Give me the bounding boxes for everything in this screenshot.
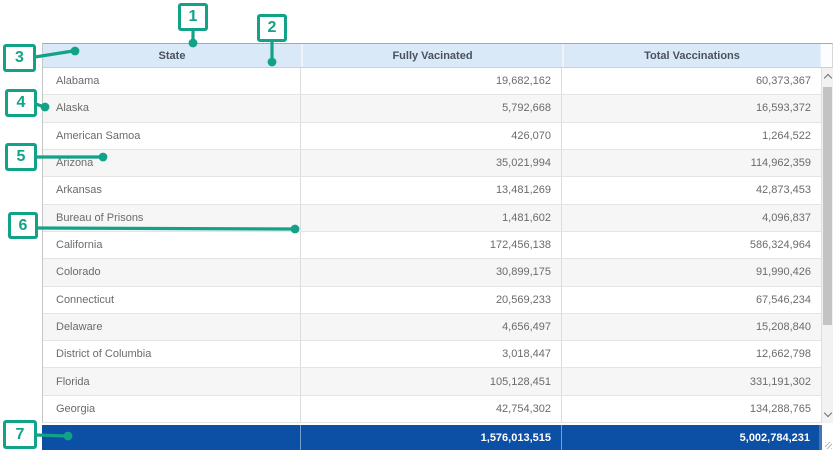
header-cell-state[interactable]: State [43, 44, 301, 67]
table-header-row: State Fully Vacinated Total Vaccinations [42, 43, 833, 68]
cell-state: American Samoa [43, 123, 301, 149]
callout-1-box: 1 [178, 3, 208, 31]
callout-7-box: 7 [3, 420, 37, 449]
table-row[interactable]: Florida105,128,451331,191,302 [43, 368, 833, 395]
table-row[interactable]: Arizona35,021,994114,962,359 [43, 150, 833, 177]
cell-fully-vacinated: 172,456,138 [301, 232, 562, 258]
vaccination-table: State Fully Vacinated Total Vaccinations… [42, 43, 833, 450]
cell-fully-vacinated: 19,682,162 [301, 68, 562, 94]
table-row[interactable]: American Samoa426,0701,264,522 [43, 123, 833, 150]
cell-total-vaccinations: 16,593,372 [562, 95, 833, 121]
callout-3-box: 3 [3, 44, 36, 72]
header-gutter [820, 44, 832, 67]
total-cell-state [42, 425, 300, 450]
cell-total-vaccinations: 42,873,453 [562, 177, 833, 203]
cell-fully-vacinated: 5,792,668 [301, 95, 562, 121]
cell-total-vaccinations: 4,096,837 [562, 205, 833, 231]
cell-state: District of Columbia [43, 341, 301, 367]
cell-fully-vacinated: 30,899,175 [301, 259, 562, 285]
cell-state: Delaware [43, 314, 301, 340]
header-cell-fully-vacinated[interactable]: Fully Vacinated [301, 44, 562, 67]
table-row[interactable]: California172,456,138586,324,964 [43, 232, 833, 259]
cell-total-vaccinations: 1,264,522 [562, 123, 833, 149]
table-row[interactable]: Bureau of Prisons1,481,6024,096,837 [43, 205, 833, 232]
cell-fully-vacinated: 4,656,497 [301, 314, 562, 340]
cell-state: Arkansas [43, 177, 301, 203]
callout-4-box: 4 [5, 89, 37, 117]
header-cell-total-vaccinations[interactable]: Total Vaccinations [562, 44, 820, 67]
callout-6-box: 6 [8, 212, 38, 239]
table-row[interactable]: Connecticut20,569,23367,546,234 [43, 287, 833, 314]
table-row[interactable]: Georgia42,754,302134,288,765 [43, 396, 833, 423]
cell-total-vaccinations: 331,191,302 [562, 368, 833, 394]
table-row[interactable]: District of Columbia3,018,44712,662,798 [43, 341, 833, 368]
table-row[interactable]: Alabama19,682,16260,373,367 [43, 68, 833, 95]
cell-state: Arizona [43, 150, 301, 176]
chevron-down-icon [823, 409, 831, 417]
total-cell-total-vaccinations: 5,002,784,231 [561, 425, 822, 450]
callout-5-box: 5 [5, 143, 37, 171]
cell-fully-vacinated: 20,569,233 [301, 287, 562, 313]
cell-total-vaccinations: 67,546,234 [562, 287, 833, 313]
cell-total-vaccinations: 15,208,840 [562, 314, 833, 340]
cell-fully-vacinated: 426,070 [301, 123, 562, 149]
resize-grip-icon[interactable] [825, 442, 832, 449]
cell-state: Connecticut [43, 287, 301, 313]
cell-fully-vacinated: 105,128,451 [301, 368, 562, 394]
cell-fully-vacinated: 35,021,994 [301, 150, 562, 176]
cell-state: California [43, 232, 301, 258]
cell-total-vaccinations: 114,962,359 [562, 150, 833, 176]
cell-fully-vacinated: 1,481,602 [301, 205, 562, 231]
cell-total-vaccinations: 586,324,964 [562, 232, 833, 258]
table-body: Alabama19,682,16260,373,367Alaska5,792,6… [42, 68, 833, 423]
chevron-up-icon [823, 73, 831, 81]
cell-state: Colorado [43, 259, 301, 285]
cell-fully-vacinated: 3,018,447 [301, 341, 562, 367]
vertical-scrollbar[interactable] [821, 68, 833, 423]
total-cell-fully-vacinated: 1,576,013,515 [300, 425, 561, 450]
table-row[interactable]: Arkansas13,481,26942,873,453 [43, 177, 833, 204]
table-row[interactable]: Alaska5,792,66816,593,372 [43, 95, 833, 122]
table-row[interactable]: Colorado30,899,17591,990,426 [43, 259, 833, 286]
cell-state: Alaska [43, 95, 301, 121]
scrollbar-thumb[interactable] [823, 87, 832, 325]
total-row: 1,576,013,515 5,002,784,231 [42, 425, 822, 450]
cell-fully-vacinated: 42,754,302 [301, 396, 562, 422]
cell-total-vaccinations: 134,288,765 [562, 396, 833, 422]
cell-total-vaccinations: 91,990,426 [562, 259, 833, 285]
cell-state: Bureau of Prisons [43, 205, 301, 231]
cell-state: Florida [43, 368, 301, 394]
scroll-up-button[interactable] [822, 69, 833, 83]
table-row[interactable]: Delaware4,656,49715,208,840 [43, 314, 833, 341]
cell-fully-vacinated: 13,481,269 [301, 177, 562, 203]
callout-2-box: 2 [257, 14, 287, 42]
cell-total-vaccinations: 60,373,367 [562, 68, 833, 94]
scroll-down-button[interactable] [822, 407, 833, 421]
cell-state: Georgia [43, 396, 301, 422]
cell-total-vaccinations: 12,662,798 [562, 341, 833, 367]
cell-state: Alabama [43, 68, 301, 94]
